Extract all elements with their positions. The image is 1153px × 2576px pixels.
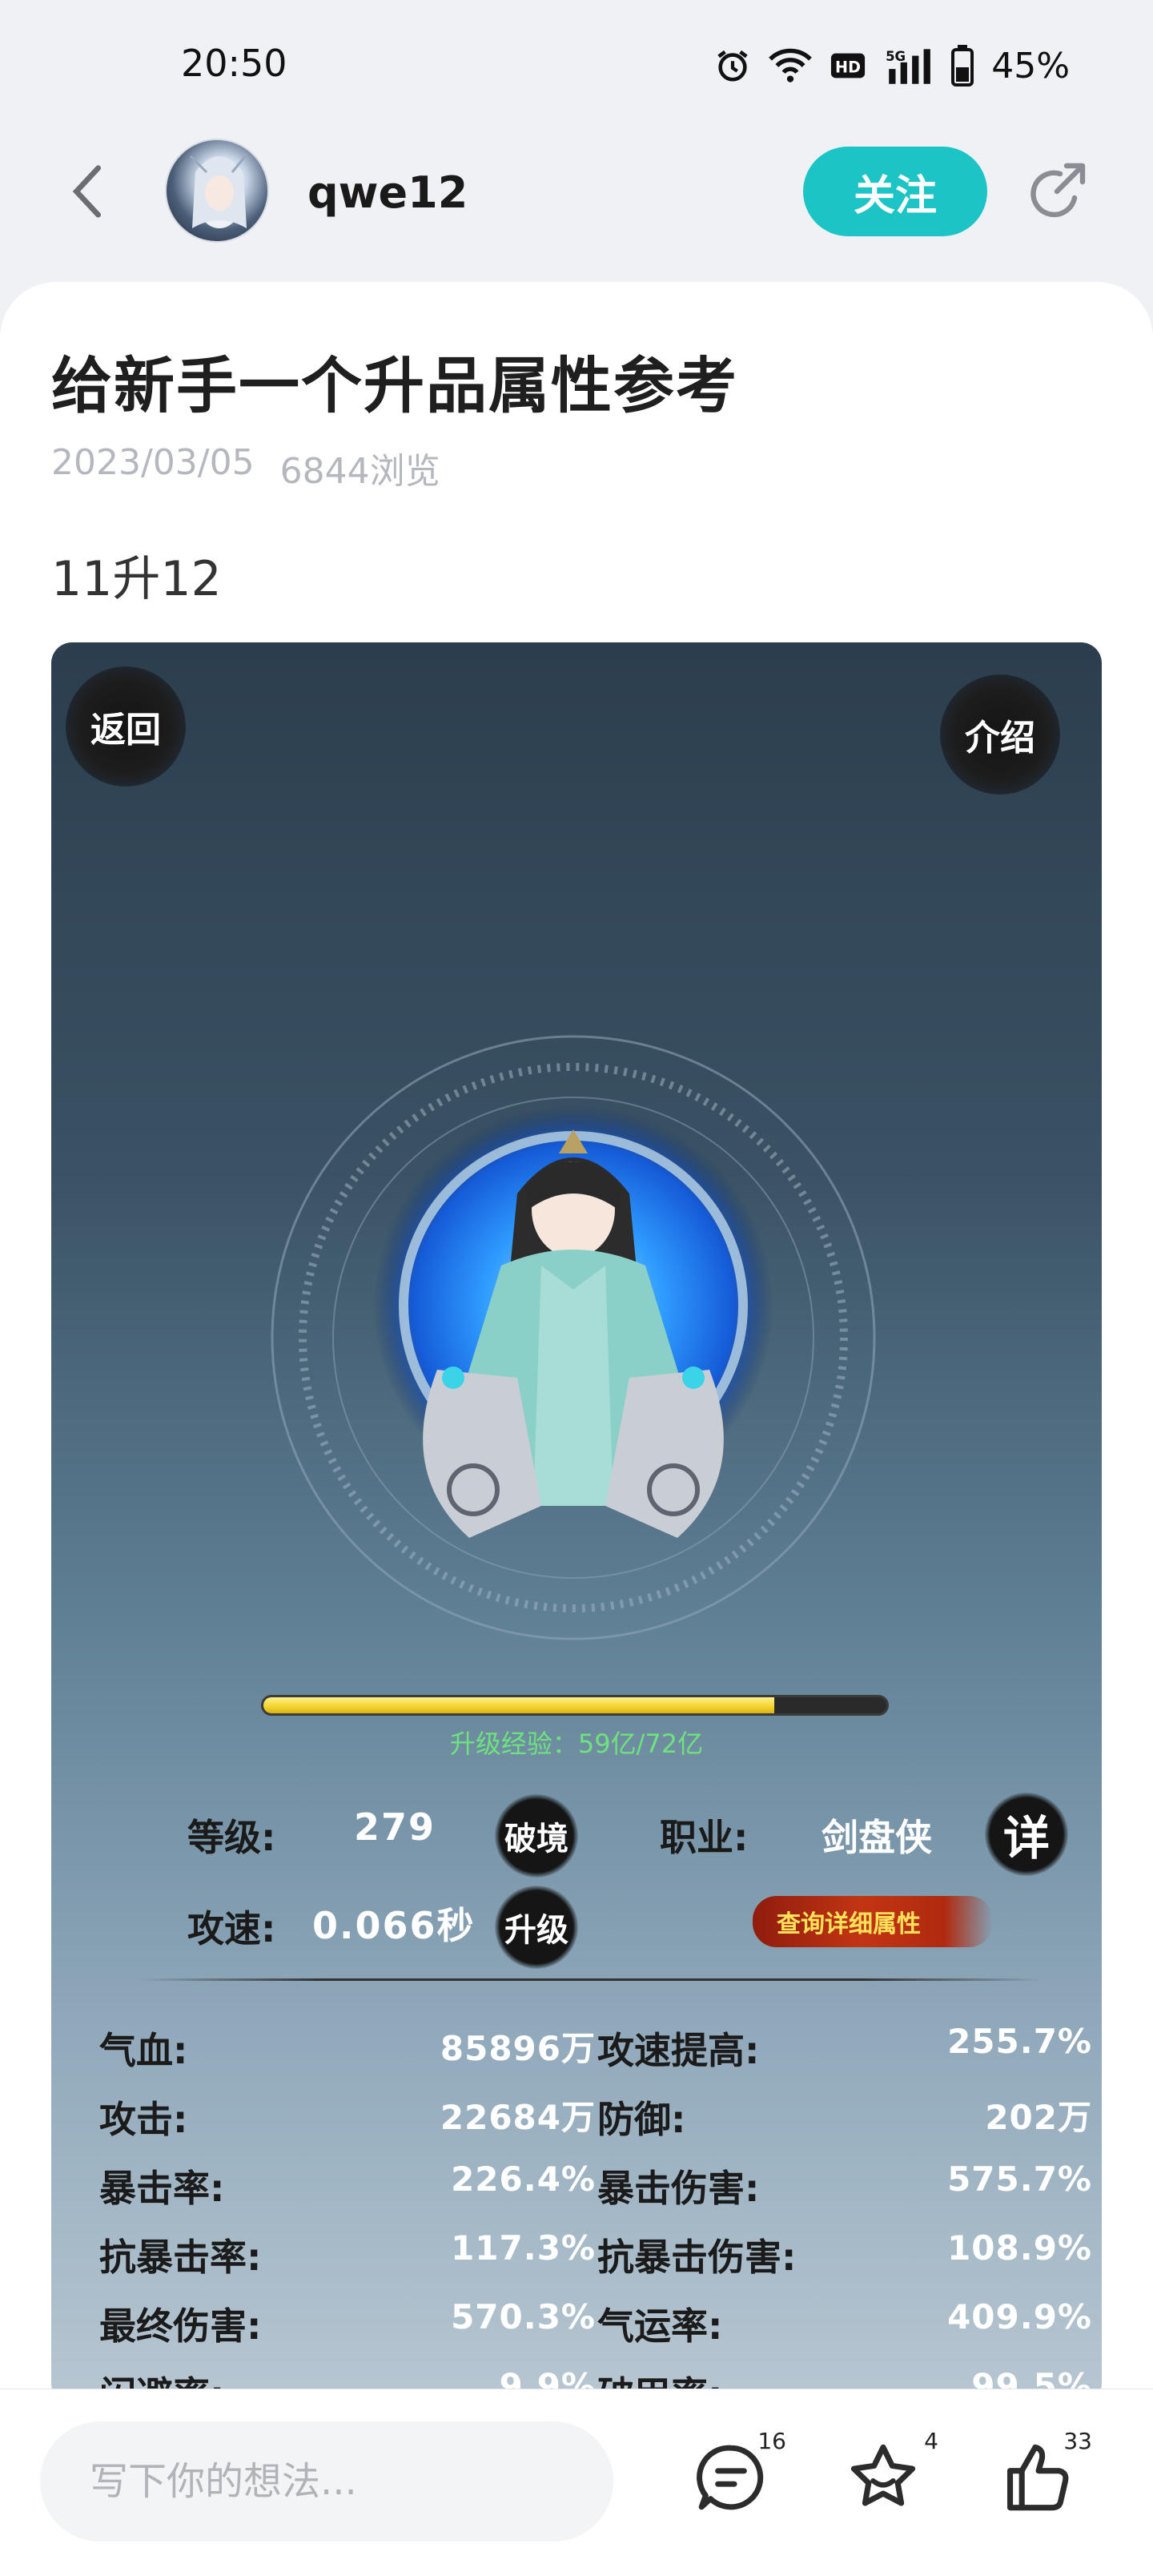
- attribute-label: 气运率:: [597, 2304, 723, 2348]
- attribute-row: 气血: 85896万 攻速提高: 255.7%: [99, 2022, 1100, 2091]
- comment-input[interactable]: [40, 2421, 613, 2542]
- attribute-value: 85896万: [440, 2029, 596, 2068]
- post-detail-page: 20:50 HD 5G 45% qwe12 关注 给新手一个升品属性参考 202…: [0, 0, 1153, 2576]
- attribute-label: 暴击伤害:: [597, 2167, 760, 2210]
- share-icon: [1022, 159, 1089, 230]
- attribute-label: 攻击:: [99, 2098, 188, 2141]
- post-content-card: 给新手一个升品属性参考 2023/03/05 6844浏览 11升12 返回 介…: [0, 282, 1153, 2397]
- bottom-action-bar: 16 4 33: [0, 2389, 1153, 2576]
- level-label: 等级:: [187, 1816, 276, 1859]
- attribute-label: 抗暴击率:: [99, 2236, 262, 2279]
- attribute-label: 防御:: [597, 2098, 686, 2141]
- signal-5g-icon: 5G: [884, 46, 934, 86]
- back-button[interactable]: [59, 161, 115, 225]
- attribute-value: 117.3%: [451, 2228, 596, 2268]
- game-back-button: 返回: [66, 666, 186, 787]
- post-meta: 2023/03/05 6844浏览: [51, 442, 440, 493]
- upgrade-button: 升级: [495, 1886, 578, 1969]
- status-icons: HD 5G 45%: [714, 42, 1070, 90]
- wifi-icon: [769, 47, 813, 84]
- attribute-value: 570.3%: [451, 2297, 596, 2337]
- comment-count: 16: [757, 2428, 786, 2454]
- back-arrow-icon: [70, 163, 105, 223]
- post-body-text: 11升12: [51, 551, 222, 607]
- attribute-label: 最终伤害:: [99, 2304, 262, 2348]
- detail-button: 详: [985, 1793, 1068, 1876]
- attribute-row: 暴击率: 226.4% 暴击伤害: 575.7%: [99, 2159, 1100, 2228]
- exp-progress-fill: [263, 1697, 774, 1713]
- post-date: 2023/03/05: [51, 442, 255, 483]
- like-count: 33: [1063, 2428, 1092, 2454]
- divider: [139, 1978, 1044, 1981]
- avatar[interactable]: [165, 139, 269, 243]
- share-button[interactable]: [1017, 156, 1094, 233]
- post-image-game-screenshot[interactable]: 返回 介绍 升级经验：59亿/72亿 等级: 279 破境 职业: 剑盘侠 详 …: [51, 642, 1102, 2397]
- star-icon: [846, 2441, 920, 2518]
- attribute-value: 226.4%: [451, 2159, 596, 2199]
- attribute-value: 22684万: [440, 2098, 596, 2137]
- class-label: 职业:: [660, 1816, 749, 1859]
- post-title: 给新手一个升品属性参考: [51, 350, 738, 421]
- attribute-value: 202万: [985, 2098, 1092, 2137]
- post-views: 6844浏览: [279, 451, 440, 492]
- level-value: 279: [354, 1805, 436, 1849]
- character-portrait: [271, 1035, 876, 1640]
- attribute-row: 最终伤害: 570.3% 气运率: 409.9%: [99, 2297, 1100, 2366]
- attack-speed-label: 攻速:: [187, 1907, 276, 1950]
- username[interactable]: qwe12: [307, 167, 468, 218]
- alarm-icon: [714, 47, 751, 84]
- comment-icon: [695, 2441, 767, 2517]
- like-button[interactable]: 33: [993, 2428, 1092, 2527]
- attribute-grid: 气血: 85896万 攻速提高: 255.7% 攻击: 22684万 防御: 202万暴击率:…: [99, 2022, 1100, 2397]
- post-header: qwe12 关注: [0, 132, 1153, 252]
- exp-progress-bar: [261, 1695, 889, 1716]
- status-time: 20:50: [181, 42, 287, 85]
- game-intro-button: 介绍: [940, 674, 1060, 795]
- status-bar: 20:50 HD 5G 45%: [0, 0, 1153, 128]
- attribute-row: 抗暴击率: 117.3% 抗暴击伤害: 108.9%: [99, 2228, 1100, 2297]
- battery-icon: [951, 45, 974, 87]
- attribute-value: 575.7%: [947, 2159, 1092, 2199]
- svg-text:HD: HD: [835, 58, 861, 77]
- attack-speed-value: 0.066秒: [312, 1904, 476, 1947]
- follow-button[interactable]: 关注: [803, 147, 987, 236]
- attribute-value: 255.7%: [947, 2022, 1092, 2061]
- hd-icon: HD: [830, 50, 866, 82]
- comment-button[interactable]: 16: [687, 2428, 786, 2527]
- battery-percent: 45%: [991, 45, 1070, 87]
- favorite-button[interactable]: 4: [839, 2428, 938, 2527]
- query-attributes-button: 查询详细属性: [753, 1896, 993, 1947]
- svg-text:5G: 5G: [886, 49, 906, 64]
- attribute-label: 抗暴击伤害:: [597, 2236, 797, 2279]
- attribute-value: 409.9%: [947, 2297, 1092, 2337]
- breakthrough-button: 破境: [495, 1794, 578, 1878]
- class-value: 剑盘侠: [822, 1816, 932, 1859]
- thumbs-up-icon: [1000, 2441, 1074, 2518]
- attribute-value: 108.9%: [947, 2228, 1092, 2268]
- attribute-label: 攻速提高:: [597, 2029, 760, 2072]
- attribute-label: 气血:: [99, 2029, 188, 2072]
- attribute-row: 攻击: 22684万 防御: 202万: [99, 2091, 1100, 2159]
- favorite-count: 4: [924, 2428, 938, 2454]
- attribute-label: 暴击率:: [99, 2167, 225, 2210]
- exp-label: 升级经验：59亿/72亿: [449, 1729, 704, 1759]
